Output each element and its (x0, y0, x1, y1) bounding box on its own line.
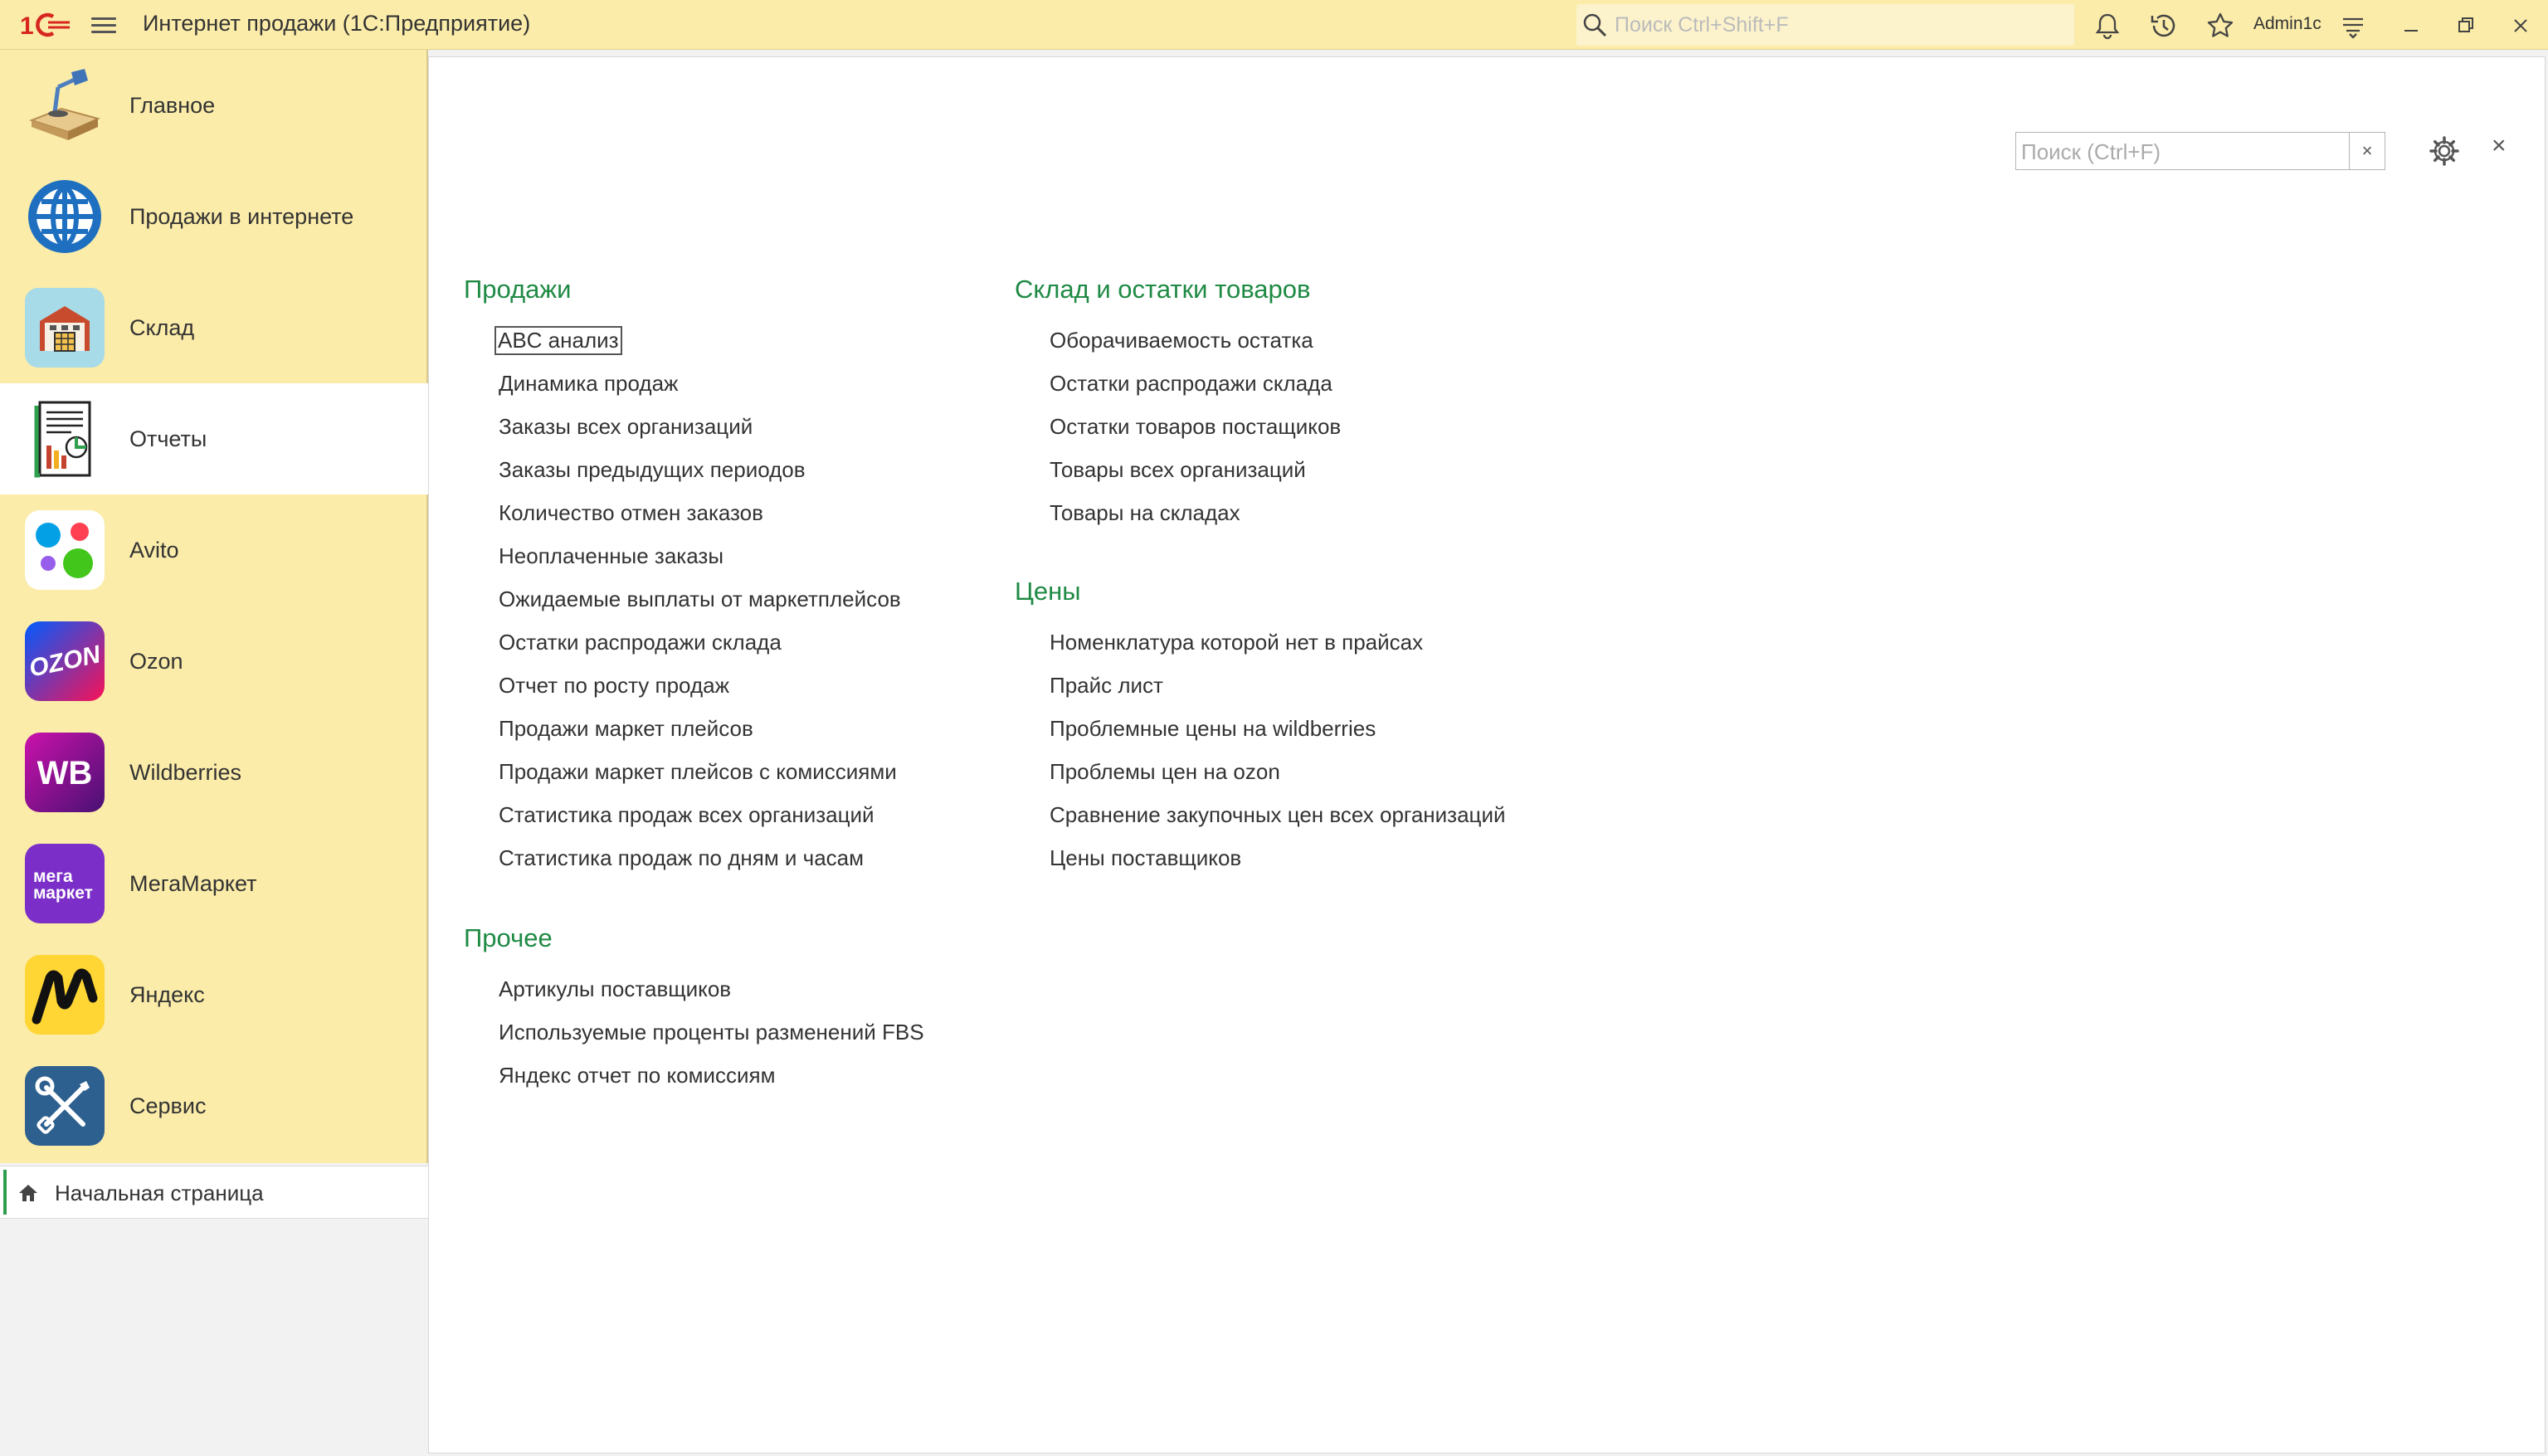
notifications-bell-icon[interactable] (2092, 11, 2122, 41)
report-link[interactable]: Статистика продаж по дням и часам (499, 845, 864, 871)
global-search-input[interactable] (1613, 10, 2064, 40)
section-label: Avito (129, 538, 179, 562)
functions-menu-icon[interactable] (2338, 11, 2368, 41)
section-wildberries[interactable]: WB Wildberries (0, 717, 428, 828)
section-main[interactable]: Главное (0, 50, 428, 161)
global-search[interactable] (1576, 4, 2074, 46)
svg-text:1: 1 (20, 12, 34, 40)
minimize-icon[interactable] (2396, 11, 2426, 41)
group-title-stock: Склад и остатки товаров (1015, 275, 1311, 304)
restore-window-icon[interactable] (2451, 11, 2481, 41)
section-online-sales[interactable]: Продажи в интернете (0, 161, 428, 272)
report-link[interactable]: Статистика продаж всех организаций (499, 802, 875, 828)
report-link[interactable]: Прайс лист (1050, 673, 1163, 699)
section-label: Отчеты (129, 426, 207, 451)
section-megamarket[interactable]: мега маркет МегаМаркет (0, 828, 428, 939)
report-link[interactable]: Остатки товаров постащиков (1050, 414, 1341, 440)
current-user[interactable]: Admin1c (2253, 14, 2321, 34)
report-link[interactable]: Заказы всех организаций (499, 414, 753, 440)
section-label: Продажи в интернете (129, 204, 354, 229)
home-page-tab[interactable]: Начальная страница (0, 1166, 428, 1219)
1c-logo-icon[interactable]: 1 (20, 10, 71, 40)
report-icon (34, 401, 91, 478)
section-reports[interactable]: Отчеты (0, 383, 428, 494)
title-bar: 1 Интернет продажи (1С:Предприятие) Admi… (0, 0, 2548, 50)
group-title-sales: Продажи (464, 275, 572, 304)
report-link[interactable]: Артикулы поставщиков (499, 976, 731, 1002)
section-label: Яндекс (129, 982, 205, 1007)
report-link[interactable]: Остатки распродажи склада (499, 630, 782, 655)
service-tools-icon (25, 1066, 105, 1146)
report-link[interactable]: ABC анализ (494, 326, 622, 355)
report-link[interactable]: Количество отмен заказов (499, 500, 763, 526)
form-search[interactable]: × (2015, 132, 2385, 170)
report-link[interactable]: Товары всех организаций (1050, 457, 1306, 483)
section-label: Сервис (129, 1093, 207, 1118)
report-link[interactable]: Проблемы цен на ozon (1050, 759, 1280, 785)
report-link[interactable]: Сравнение закупочных цен всех организаци… (1050, 802, 1506, 828)
home-page-label: Начальная страница (55, 1181, 264, 1205)
app-title: Интернет продажи (1С:Предприятие) (143, 11, 531, 36)
report-link[interactable]: Цены поставщиков (1050, 845, 1241, 871)
group-title-other: Прочее (464, 923, 553, 952)
report-link[interactable]: Проблемные цены на wildberries (1050, 716, 1376, 742)
home-icon (19, 1185, 37, 1201)
form-search-input[interactable] (2019, 138, 2338, 166)
close-panel-button[interactable]: × (2492, 132, 2507, 160)
wildberries-icon: WB (25, 733, 105, 812)
sections-panel: Главное Продажи в интернете Склад Отчеты… (0, 50, 428, 1163)
report-link[interactable]: Отчет по росту продаж (499, 673, 729, 699)
clear-search-button[interactable]: × (2349, 133, 2385, 169)
report-link[interactable]: Используемые проценты разменений FBS (499, 1020, 924, 1045)
report-link[interactable]: Заказы предыдущих периодов (499, 457, 806, 483)
group-title-prices: Цены (1015, 577, 1081, 606)
report-link[interactable]: Яндекс отчет по комиссиям (499, 1063, 776, 1088)
section-service[interactable]: Сервис (0, 1050, 428, 1161)
section-label: Ozon (129, 649, 183, 674)
section-label: Wildberries (129, 760, 242, 785)
report-link[interactable]: Номенклатура которой нет в прайсах (1050, 630, 1423, 655)
history-icon[interactable] (2149, 11, 2179, 41)
section-warehouse[interactable]: Склад (0, 272, 428, 383)
section-label: Склад (129, 315, 195, 340)
svg-text:маркет: маркет (33, 884, 93, 903)
main-menu-icon[interactable] (91, 13, 116, 37)
report-link[interactable]: Оборачиваемость остатка (1050, 328, 1313, 353)
search-icon (1583, 13, 1607, 37)
report-link[interactable]: Ожидаемые выплаты от маркетплейсов (499, 587, 901, 612)
desk-lamp-icon (28, 69, 100, 140)
yandex-icon (25, 955, 105, 1035)
avito-icon (25, 510, 105, 590)
svg-text:WB: WB (37, 755, 93, 791)
section-avito[interactable]: Avito (0, 494, 428, 606)
report-link[interactable]: Неоплаченные заказы (499, 543, 723, 569)
report-link[interactable]: Динамика продаж (499, 371, 678, 397)
section-ozon[interactable]: OZON Ozon (0, 606, 428, 717)
report-link[interactable]: Продажи маркет плейсов (499, 716, 753, 742)
section-yandex[interactable]: Яндекс (0, 939, 428, 1050)
megamarket-icon: мега маркет (25, 844, 105, 923)
globe-icon (28, 180, 101, 253)
report-link[interactable]: Товары на складах (1050, 500, 1240, 526)
gear-icon[interactable] (2429, 135, 2460, 167)
section-label: МегаМаркет (129, 871, 257, 896)
report-link[interactable]: Остатки распродажи склада (1050, 371, 1332, 397)
close-window-icon[interactable] (2506, 11, 2536, 41)
section-label: Главное (129, 93, 216, 118)
favorites-star-icon[interactable] (2205, 11, 2235, 41)
reports-panel: × × Продажи ABC анализ Динамика продаж З… (428, 56, 2546, 1454)
report-link[interactable]: Продажи маркет плейсов с комиссиями (499, 759, 897, 785)
sidebar: Главное Продажи в интернете Склад Отчеты… (0, 50, 428, 1456)
warehouse-icon (25, 288, 105, 368)
ozon-icon: OZON (25, 621, 105, 701)
active-tab-indicator (3, 1170, 7, 1215)
